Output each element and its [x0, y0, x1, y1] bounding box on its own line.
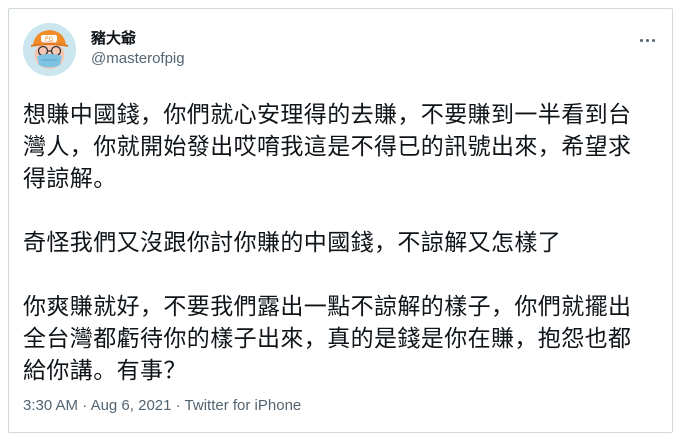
- tweet-paragraph-2: 奇怪我們又沒跟你討你賺的中國錢，不諒解又怎樣了: [23, 230, 562, 256]
- tweet-source-link[interactable]: Twitter for iPhone: [185, 397, 302, 414]
- more-options-icon[interactable]: [632, 29, 662, 51]
- tweet-card: PG 豬大爺 @masterofpig 想賺中國錢，你們就心安理得的去賺，不要賺…: [8, 8, 673, 433]
- more-dot: [639, 38, 643, 42]
- username[interactable]: @masterofpig: [91, 49, 185, 69]
- tweet-text: 想賺中國錢，你們就心安理得的去賺，不要賺到一半看到台灣人，你就開始發出哎唷我這是…: [23, 99, 643, 387]
- more-dot: [645, 38, 649, 42]
- tweet-paragraph-1: 想賺中國錢，你們就心安理得的去賺，不要賺到一半看到台灣人，你就開始發出哎唷我這是…: [23, 102, 632, 192]
- tweet-time-link[interactable]: 3:30 AM · Aug 6, 2021: [23, 397, 171, 414]
- meta-separator: ·: [78, 397, 91, 414]
- pig-avatar-icon: PG: [23, 23, 76, 76]
- tweet-date: Aug 6, 2021: [90, 397, 172, 414]
- user-names: 豬大爺 @masterofpig: [91, 28, 185, 69]
- more-dot: [651, 38, 655, 42]
- tweet-meta: 3:30 AM · Aug 6, 2021 · Twitter for iPho…: [23, 396, 301, 416]
- avatar[interactable]: PG: [23, 23, 76, 76]
- display-name[interactable]: 豬大爺: [91, 28, 185, 48]
- tweet-header: PG 豬大爺 @masterofpig: [23, 23, 662, 83]
- tweet-time: 3:30 AM: [23, 397, 79, 414]
- meta-separator: ·: [171, 397, 185, 414]
- tweet-paragraph-3: 你爽賺就好，不要我們露出一點不諒解的樣子，你們就擺出全台灣都虧待你的樣子出來，真…: [23, 294, 632, 384]
